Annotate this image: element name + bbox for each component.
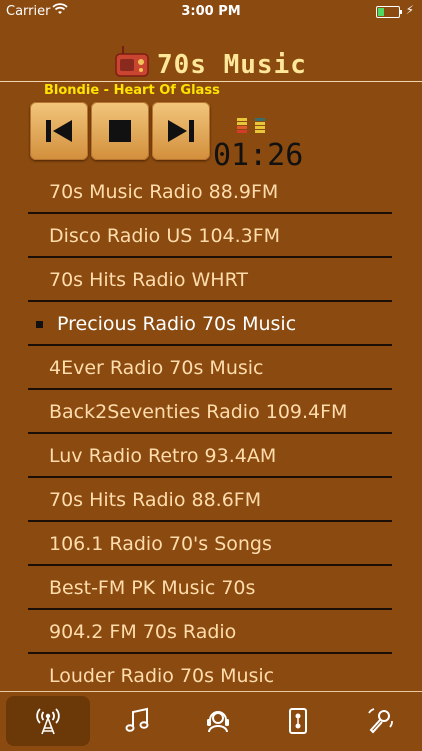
station-label: 106.1 Radio 70's Songs — [49, 533, 272, 555]
station-label: 70s Hits Radio WHRT — [49, 269, 248, 291]
music-note-icon — [125, 707, 149, 732]
tab-stations[interactable] — [6, 696, 90, 746]
skip-previous-icon — [46, 120, 72, 142]
station-label: Louder Radio 70s Music — [49, 665, 275, 687]
playback-timer: 01:26 — [213, 138, 304, 173]
station-row[interactable]: 70s Music Radio 88.9FM — [28, 170, 392, 214]
headset-icon — [207, 711, 229, 733]
station-row[interactable]: Luv Radio Retro 93.4AM — [28, 434, 392, 478]
station-list: 70s Music Radio 88.9FM Disco Radio US 104… — [28, 170, 392, 698]
clock: 3:00 PM — [181, 4, 241, 19]
station-row[interactable]: 904.2 FM 70s Radio — [28, 610, 392, 654]
station-row[interactable]: Disco Radio US 104.3FM — [28, 214, 392, 258]
station-row[interactable]: Best-FM PK Music 70s — [28, 566, 392, 610]
header-divider — [0, 81, 422, 82]
station-label: 70s Hits Radio 88.6FM — [49, 489, 262, 511]
header: 70s Music — [0, 44, 422, 82]
skip-next-icon — [168, 120, 194, 142]
cassette-icon — [289, 708, 307, 734]
station-row[interactable]: 106.1 Radio 70's Songs — [28, 522, 392, 566]
station-label: 4Ever Radio 70s Music — [49, 357, 264, 379]
station-label: Precious Radio 70s Music — [57, 313, 297, 335]
tab-cassette[interactable] — [256, 696, 340, 746]
charging-icon: ⚡ — [405, 3, 414, 17]
station-label: Best-FM PK Music 70s — [49, 577, 256, 599]
station-label: Back2Seventies Radio 109.4FM — [49, 401, 348, 423]
tab-headset[interactable] — [176, 696, 260, 746]
station-row[interactable]: Back2Seventies Radio 109.4FM — [28, 390, 392, 434]
battery-icon — [376, 6, 402, 18]
retro-radio-icon — [115, 46, 149, 77]
page-title: 70s Music — [157, 50, 307, 80]
stop-button[interactable] — [91, 102, 149, 160]
station-label: Luv Radio Retro 93.4AM — [49, 445, 277, 467]
status-bar: Carrier 3:00 PM ⚡ — [0, 0, 422, 24]
station-row[interactable]: 4Ever Radio 70s Music — [28, 346, 392, 390]
equalizer-icon — [237, 118, 265, 133]
previous-button[interactable] — [30, 102, 88, 160]
station-row[interactable]: Precious Radio 70s Music — [28, 302, 392, 346]
microphone-icon — [368, 708, 393, 734]
station-row[interactable]: 70s Hits Radio 88.6FM — [28, 478, 392, 522]
now-playing-label: Blondie - Heart Of Glass — [44, 83, 220, 98]
stop-icon — [109, 120, 131, 142]
tab-music[interactable] — [95, 696, 179, 746]
tab-bar — [0, 691, 422, 751]
station-row[interactable]: 70s Hits Radio WHRT — [28, 258, 392, 302]
station-label: 70s Music Radio 88.9FM — [49, 181, 279, 203]
station-label: 904.2 FM 70s Radio — [49, 621, 237, 643]
radio-tower-icon — [36, 708, 60, 735]
next-button[interactable] — [152, 102, 210, 160]
tab-microphone[interactable] — [338, 696, 422, 746]
station-label: Disco Radio US 104.3FM — [49, 225, 281, 247]
now-playing-indicator-icon — [36, 321, 43, 328]
